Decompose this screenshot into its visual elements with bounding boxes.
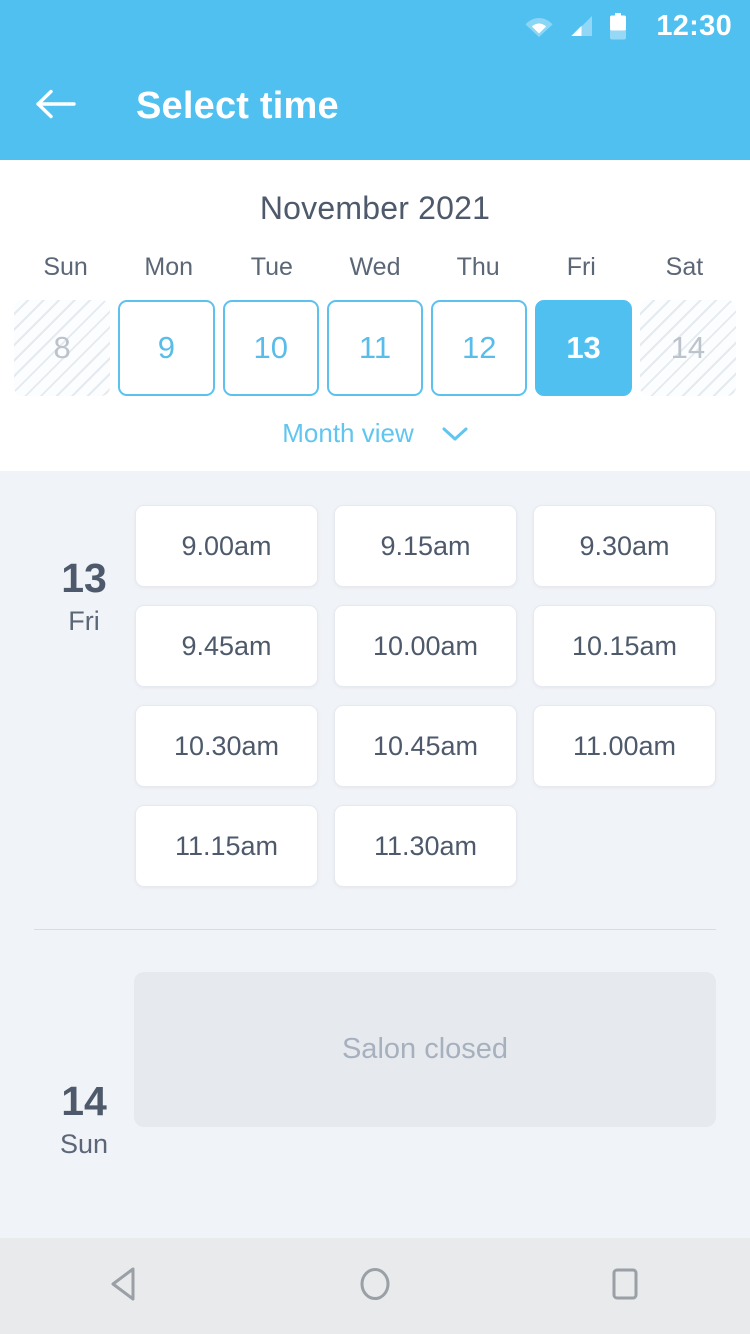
phone-screen: 12:30 Select time November 2021 Sun Mon … xyxy=(0,0,750,1334)
calendar-panel: November 2021 Sun Mon Tue Wed Thu Fri Sa… xyxy=(0,160,750,471)
wifi-icon xyxy=(525,14,553,38)
status-time: 12:30 xyxy=(656,9,732,42)
time-slot[interactable]: 9.45am xyxy=(135,605,318,687)
schedule-day-dow: Sun xyxy=(59,1129,109,1160)
time-slot[interactable]: 9.00am xyxy=(135,505,318,587)
status-bar: 12:30 xyxy=(0,0,750,52)
time-slot[interactable]: 9.30am xyxy=(533,505,716,587)
battery-icon xyxy=(609,12,627,40)
calendar-day-cell-disabled: 8 xyxy=(14,300,111,396)
weekday-label: Wed xyxy=(349,253,401,281)
circle-home-icon xyxy=(357,1265,393,1308)
calendar-day-row: 8 9 10 11 12 13 14 xyxy=(0,300,750,396)
android-nav-bar xyxy=(0,1238,750,1334)
weekday-label: Fri xyxy=(566,253,596,281)
weekday-label: Thu xyxy=(456,253,500,281)
time-slot[interactable]: 9.15am xyxy=(334,505,517,587)
calendar-day-cell[interactable]: 12 xyxy=(431,300,528,396)
weekday-label: Mon xyxy=(144,253,194,281)
schedule-day-number: 13 xyxy=(61,555,107,601)
schedule-day-group: 14 Sun Salon closed xyxy=(0,930,750,1160)
salon-closed-card: Salon closed xyxy=(134,972,716,1127)
month-view-label: Month view xyxy=(282,418,414,448)
nav-recents-button[interactable] xyxy=(570,1238,680,1334)
square-recents-icon xyxy=(608,1266,642,1307)
chevron-down-icon xyxy=(442,426,468,442)
back-button[interactable] xyxy=(34,83,80,129)
status-icon-group: 12:30 xyxy=(525,9,732,42)
calendar-day-cell[interactable]: 11 xyxy=(326,300,424,396)
time-slot[interactable]: 10.45am xyxy=(334,705,517,787)
calendar-month-label: November 2021 xyxy=(259,190,491,226)
calendar-weekday-header: Sun Mon Tue Wed Thu Fri Sat xyxy=(0,253,750,282)
weekday-label: Tue xyxy=(250,253,293,281)
nav-back-button[interactable] xyxy=(70,1238,180,1334)
time-slot[interactable]: 10.30am xyxy=(135,705,318,787)
triangle-back-icon xyxy=(108,1266,142,1307)
calendar-day-cell[interactable]: 10 xyxy=(222,300,319,396)
calendar-day-cell-selected[interactable]: 13 xyxy=(535,300,632,396)
time-slot[interactable]: 10.00am xyxy=(334,605,517,687)
arrow-left-icon xyxy=(36,88,78,125)
time-slot[interactable]: 10.15am xyxy=(533,605,716,687)
weekday-label: Sun xyxy=(43,253,88,281)
schedule-day-group: 13 Fri 9.00am 9.15am 9.30am 9.45am 10.00… xyxy=(0,471,750,887)
signal-icon xyxy=(568,14,594,38)
schedule-day-number: 14 xyxy=(61,1078,107,1124)
schedule-day-label: 14 Sun xyxy=(34,972,134,1160)
calendar-day-cell-disabled: 14 xyxy=(639,300,736,396)
calendar-day-cell[interactable]: 9 xyxy=(118,300,215,396)
page-title: Select time xyxy=(136,84,339,127)
schedule-day-label: 13 Fri xyxy=(34,505,134,887)
schedule-area: 13 Fri 9.00am 9.15am 9.30am 9.45am 10.00… xyxy=(0,471,750,1238)
time-slot[interactable]: 11.15am xyxy=(135,805,318,887)
nav-home-button[interactable] xyxy=(320,1238,430,1334)
time-slot[interactable]: 11.00am xyxy=(533,705,716,787)
weekday-label: Sat xyxy=(665,253,704,281)
month-view-toggle[interactable]: Month view xyxy=(0,418,750,449)
time-slot[interactable]: 11.30am xyxy=(334,805,517,887)
time-slot-grid: 9.00am 9.15am 9.30am 9.45am 10.00am 10.1… xyxy=(134,505,716,887)
app-bar: Select time xyxy=(0,52,750,160)
schedule-day-dow: Fri xyxy=(68,606,100,637)
